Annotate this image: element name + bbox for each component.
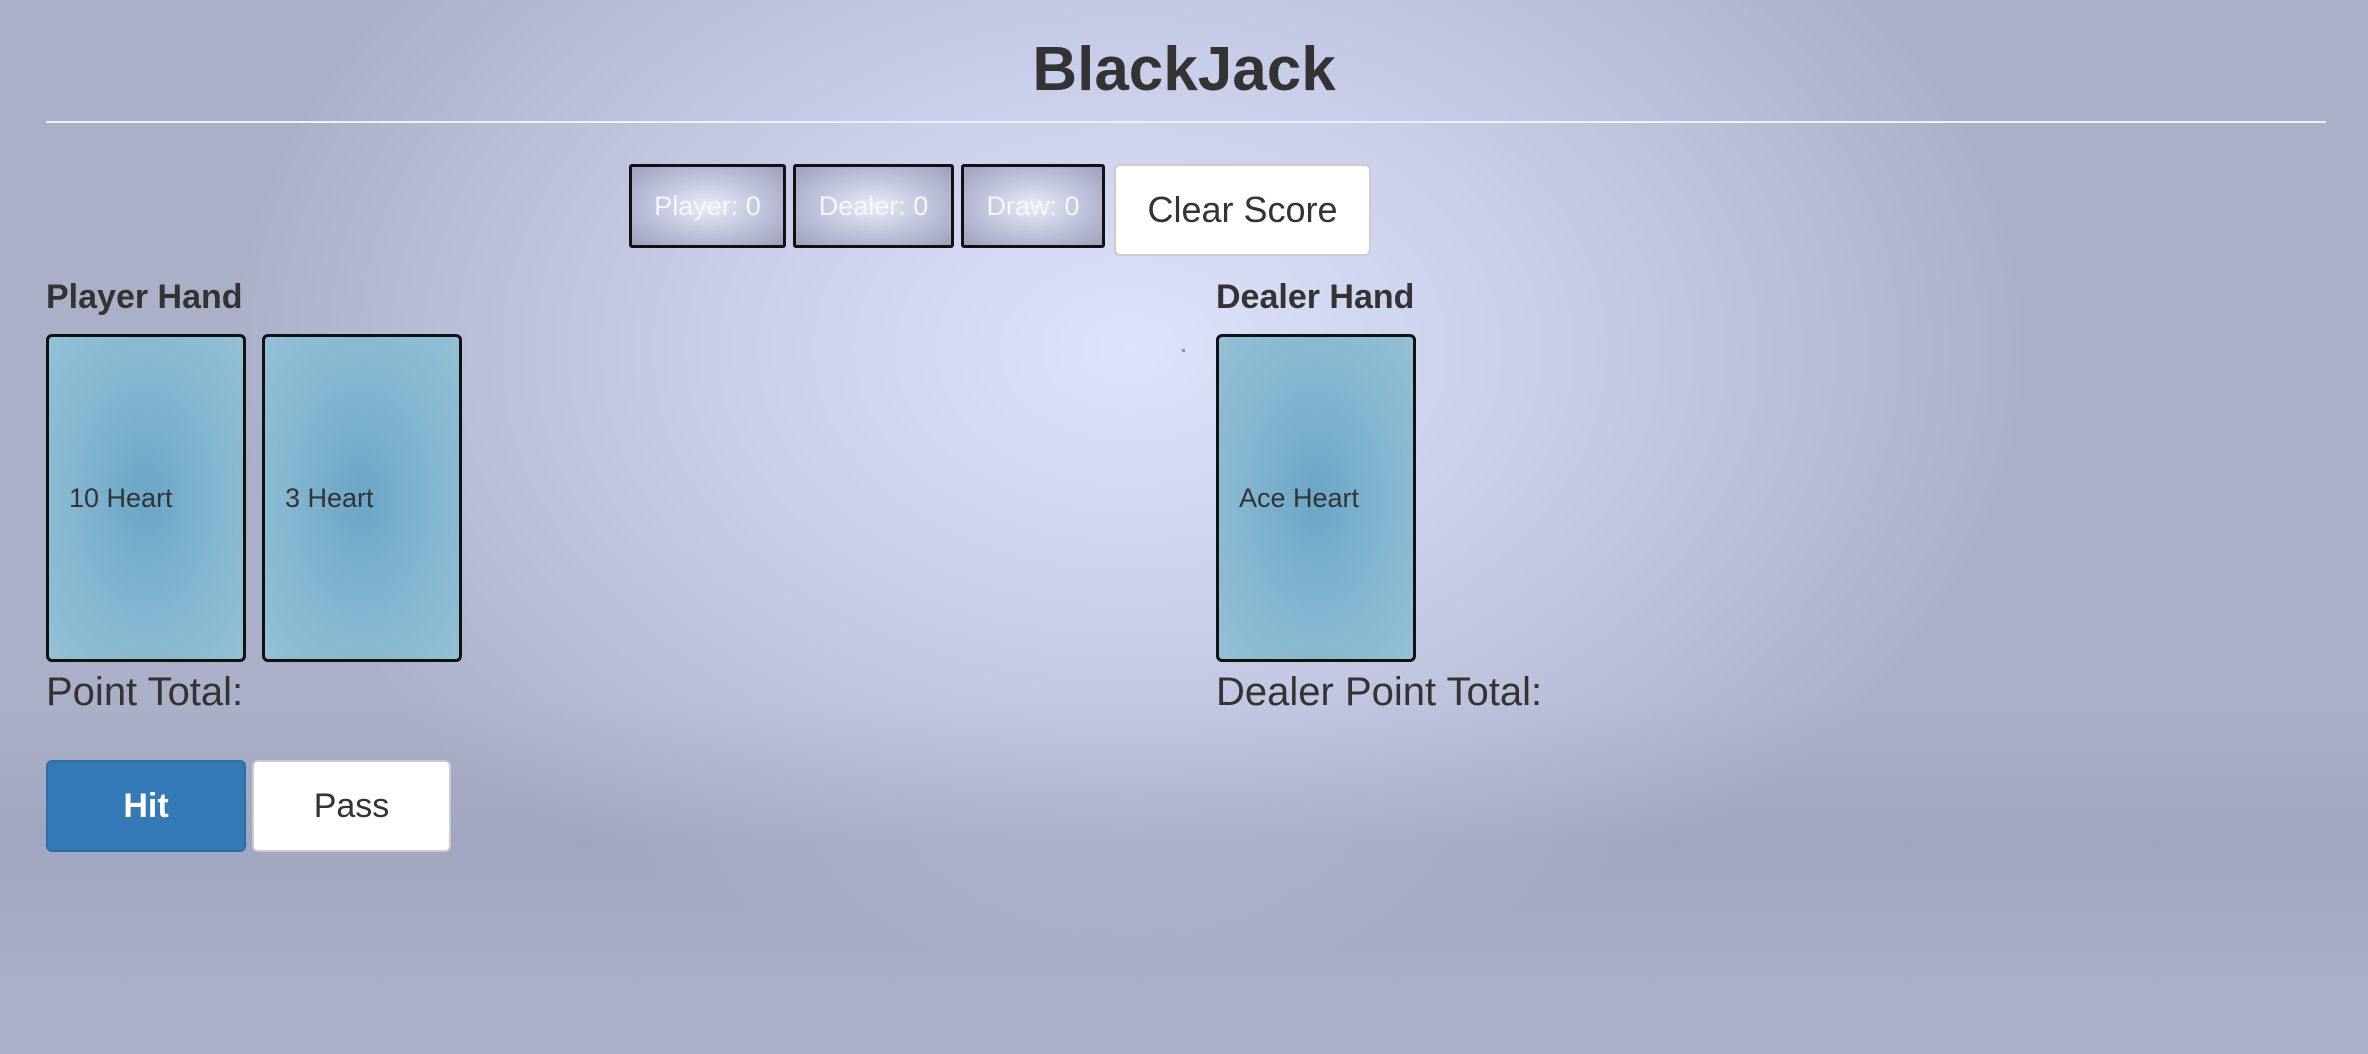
player-card: 10 Heart	[46, 334, 246, 662]
player-score-badge: Player: 0	[629, 164, 786, 248]
draw-score-badge: Draw: 0	[961, 164, 1105, 248]
player-hand-label: Player Hand	[46, 278, 243, 316]
hit-button[interactable]: Hit	[46, 760, 246, 852]
stray-dot	[1182, 349, 1185, 352]
clear-score-button[interactable]: Clear Score	[1114, 164, 1371, 256]
dealer-hand-label: Dealer Hand	[1216, 278, 1415, 316]
page-title: BlackJack	[1032, 35, 1336, 104]
player-card: 3 Heart	[262, 334, 462, 662]
player-point-total-label: Point Total:	[46, 670, 244, 714]
dealer-point-total-label: Dealer Point Total:	[1216, 670, 1543, 714]
dealer-card: Ace Heart	[1216, 334, 1416, 662]
title-divider	[46, 121, 2326, 123]
pass-button[interactable]: Pass	[252, 760, 451, 852]
dealer-score-badge: Dealer: 0	[793, 164, 954, 248]
